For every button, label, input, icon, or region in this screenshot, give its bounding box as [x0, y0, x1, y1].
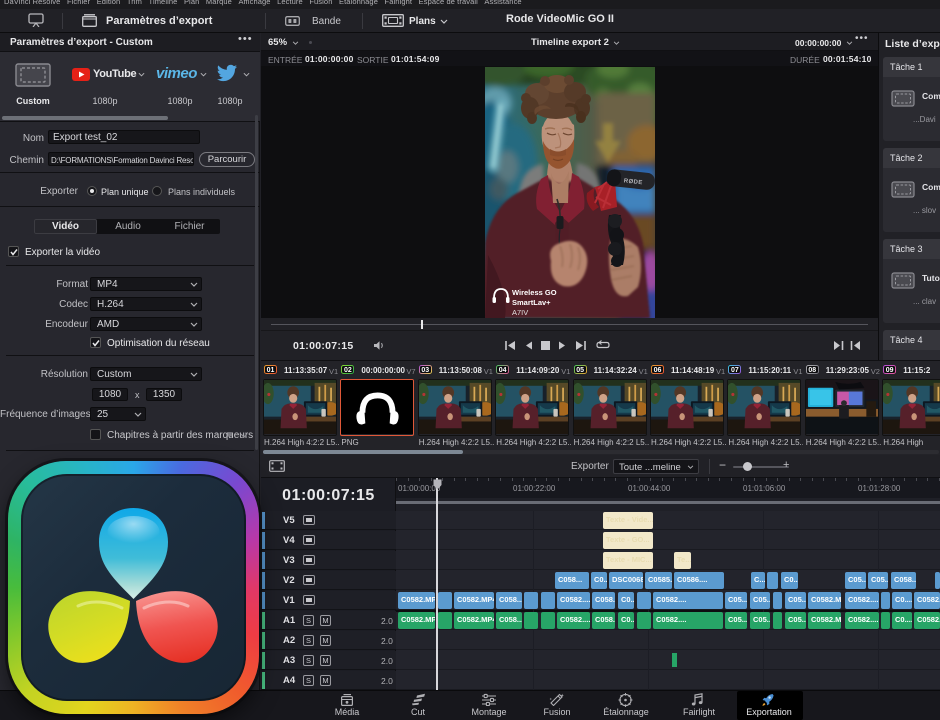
svg-text:SmartLav+: SmartLav+ — [512, 298, 551, 307]
svg-text:A7IV: A7IV — [512, 308, 528, 317]
svg-text:Wireless GO: Wireless GO — [512, 288, 557, 297]
